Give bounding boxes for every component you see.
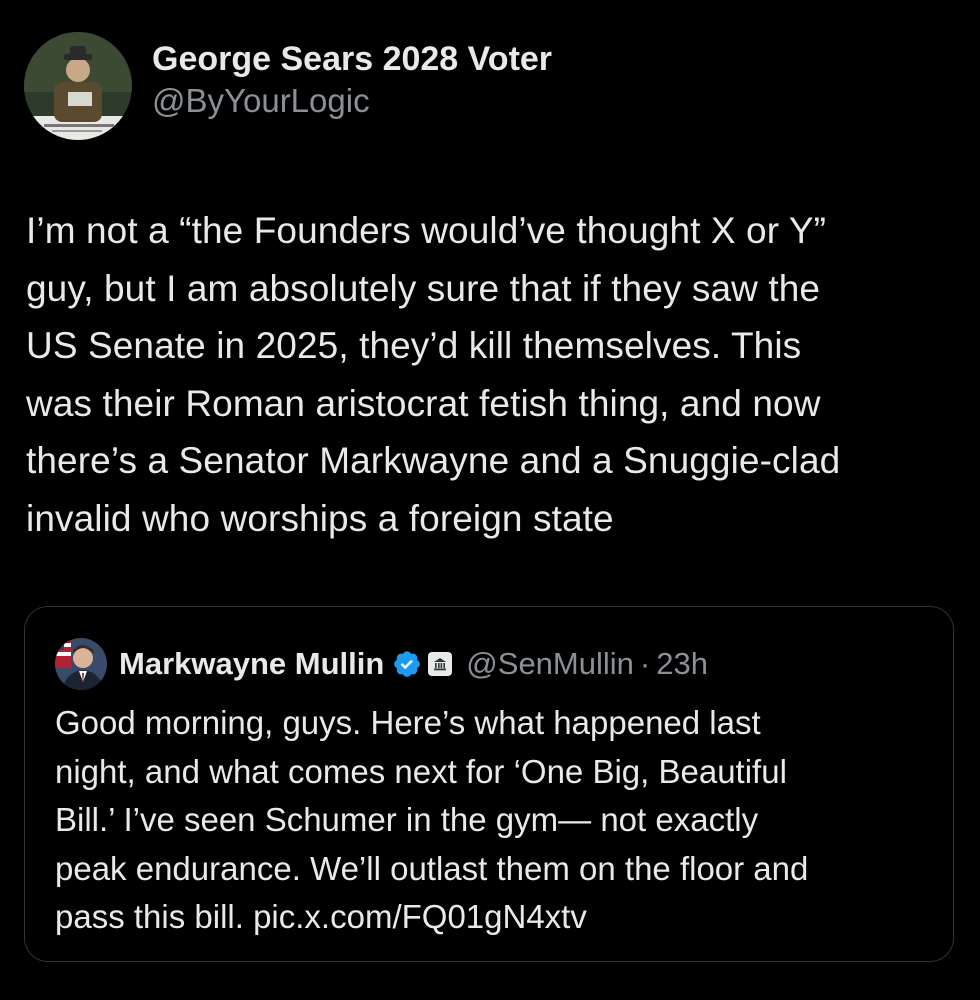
quote-line: peak endurance. We’ll outlast them on th… <box>55 849 809 887</box>
separator-dot: · <box>639 646 651 681</box>
quoted-author-avatar[interactable] <box>55 638 107 690</box>
avatar-photo-icon <box>24 32 132 140</box>
author-names: George Sears 2028 Voter @ByYourLogic <box>152 39 552 121</box>
tweet-header: George Sears 2028 Voter @ByYourLogic <box>24 32 552 140</box>
verified-badge-icon <box>392 649 422 679</box>
quoted-author-handle[interactable]: @SenMullin <box>466 646 634 682</box>
tweet-line: I’m not a “the Founders would’ve thought… <box>26 210 827 251</box>
author-display-name[interactable]: George Sears 2028 Voter <box>152 39 552 79</box>
quote-line: night, and what comes next for ‘One Big,… <box>55 752 787 790</box>
tweet-line: guy, but I am absolutely sure that if th… <box>26 267 821 309</box>
quoted-tweet-card[interactable]: Markwayne Mullin @SenMullin · 23h Good m… <box>24 606 954 962</box>
quoted-tweet-body: Good morning, guys. Here’s what happened… <box>55 699 935 942</box>
quoted-author-display-name[interactable]: Markwayne Mullin <box>119 646 384 682</box>
quote-line: Bill.’ I’ve seen Schumer in the gym— not… <box>55 801 759 838</box>
tweet-body: I’m not a “the Founders would’ve thought… <box>26 202 956 547</box>
senator-photo-icon <box>55 638 107 690</box>
author-handle[interactable]: @ByYourLogic <box>152 81 552 121</box>
quoted-tweet-header: Markwayne Mullin @SenMullin · 23h <box>55 637 708 691</box>
quote-line: pass this bill. pic.x.com/FQ01gN4xtv <box>55 898 587 935</box>
tweet-line: invalid who worships a foreign state <box>26 497 614 539</box>
tweet-line: was their Roman aristocrat fetish thing,… <box>26 382 821 424</box>
quoted-tweet-timestamp[interactable]: 23h <box>656 646 708 682</box>
author-avatar[interactable] <box>24 32 132 140</box>
government-building-icon <box>428 652 453 676</box>
tweet-line: US Senate in 2025, they’d kill themselve… <box>26 325 802 366</box>
quote-line: Good morning, guys. Here’s what happened… <box>55 704 761 741</box>
tweet-line: there’s a Senator Markwayne and a Snuggi… <box>26 440 841 481</box>
